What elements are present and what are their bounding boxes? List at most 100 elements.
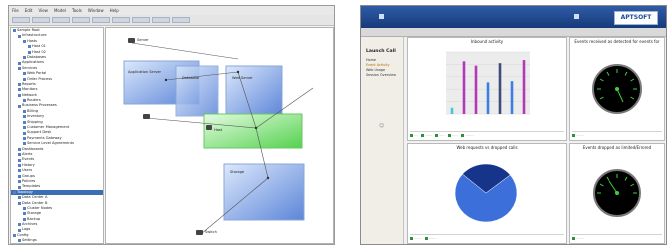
menu-item-tools[interactable]: Tools (72, 8, 82, 13)
gauge-title: Events dropped as limited/Errored (582, 145, 652, 150)
app-icon[interactable] (379, 14, 384, 19)
folder-icon (13, 190, 16, 194)
folder-icon (18, 104, 21, 108)
sidebar-item-session-overview[interactable]: Session Overview (362, 73, 403, 78)
folder-icon (23, 72, 26, 76)
sub-toolbar (361, 28, 666, 37)
chart-title: Web requests vs dropped calls (456, 145, 518, 150)
toolbar-button[interactable] (52, 17, 70, 23)
folder-icon (23, 142, 26, 146)
folder-icon (18, 158, 21, 162)
folder-icon (18, 83, 21, 87)
node-label: Host (214, 128, 223, 132)
chart-legend: ···· ········ ······ ······ ········· (410, 131, 564, 138)
folder-icon (18, 201, 21, 205)
folder-icon (18, 223, 21, 227)
folder-icon (18, 174, 21, 178)
gauge-card-received: Events received as detected for events f… (569, 37, 665, 141)
sidebar-title: Launch Call (366, 49, 396, 54)
folder-icon (18, 185, 21, 189)
chart-legend: ········ ········ (410, 234, 564, 241)
folder-icon (18, 93, 21, 97)
folder-icon (23, 120, 26, 124)
gauge-dial (592, 64, 642, 114)
folder-icon (23, 99, 26, 103)
folder-icon (18, 180, 21, 184)
bar[interactable] (510, 81, 514, 114)
folder-icon (23, 110, 26, 114)
toolbar-button[interactable] (32, 17, 50, 23)
node-label: Web Server (232, 76, 253, 80)
toolbar-button[interactable] (72, 17, 90, 23)
gauge-dropped (589, 161, 645, 229)
bar[interactable] (522, 60, 526, 114)
menu-item-edit[interactable]: Edit (25, 8, 33, 13)
menu-item-file[interactable]: File (12, 8, 19, 13)
folder-icon (18, 163, 21, 167)
folder-icon (18, 88, 21, 92)
toolbar (9, 15, 334, 26)
home-icon[interactable] (574, 14, 579, 19)
dashboard-sidebar: Launch Call Home Event Activity Web Usag… (362, 37, 404, 244)
node-label: Storage (230, 170, 245, 174)
folder-icon (13, 234, 16, 238)
bar[interactable] (474, 65, 478, 114)
bar[interactable] (462, 61, 466, 114)
tree-item[interactable]: Settings (11, 238, 103, 243)
bar[interactable] (498, 63, 502, 114)
folder-icon (18, 147, 21, 151)
folder-icon (18, 61, 21, 65)
folder-icon (23, 39, 26, 43)
folder-icon (23, 137, 26, 140)
toolbar-button[interactable] (112, 17, 130, 23)
folder-icon (18, 34, 21, 38)
diagram-canvas[interactable]: Server Application Server Database Web S… (105, 27, 334, 244)
node-label: Server (137, 38, 149, 42)
bar[interactable] (450, 107, 454, 114)
diagram-box[interactable] (225, 65, 283, 117)
web-requests-chart-card: Web requests vs dropped calls ········ ··… (407, 143, 567, 244)
toolbar-button[interactable] (132, 17, 150, 23)
folder-icon (18, 66, 21, 70)
menu-item-model[interactable]: Model (54, 8, 66, 13)
model-tree[interactable]: Sample Root Infrastructure Hosts Host 01 Hos… (10, 27, 104, 244)
folder-icon (13, 29, 16, 33)
diagram-box[interactable] (175, 65, 219, 117)
pie-chart (454, 163, 518, 223)
chart-title: Inbound activity (470, 39, 504, 44)
folder-icon (23, 217, 26, 221)
folder-icon (23, 126, 26, 130)
gauge-title: Events received as detected for events f… (574, 39, 660, 44)
bar[interactable] (486, 82, 490, 114)
status-icon: ☺ (379, 123, 385, 129)
folder-icon (18, 169, 21, 173)
folder-icon (23, 131, 26, 135)
folder-icon (23, 207, 26, 211)
folder-icon (23, 212, 26, 216)
folder-icon (23, 77, 26, 81)
bar-chart (446, 51, 530, 115)
folder-icon (18, 239, 21, 243)
menu-item-view[interactable]: View (38, 8, 48, 13)
menu-item-window[interactable]: Window (88, 8, 104, 13)
tree-item-label: Settings (22, 238, 37, 243)
modeler-window: File Edit View Model Tools Window Help Sample … (8, 5, 335, 245)
toolbar-button[interactable] (12, 17, 30, 23)
gauge-card-dropped: Events dropped as limited/Errored ······… (569, 143, 665, 244)
folder-icon (23, 115, 26, 119)
toolbar-button[interactable] (92, 17, 110, 23)
brand-logo: APTSOFT (614, 11, 658, 25)
folder-icon (18, 153, 21, 157)
node-label: Application Server (128, 70, 162, 74)
activity-chart-card: Inbound activity ···· ········ ······ ·····… (407, 37, 567, 141)
folder-icon (18, 196, 21, 200)
diagram-svg (123, 38, 314, 235)
dashboard-header: APTSOFT (361, 6, 666, 28)
toolbar-button[interactable] (152, 17, 170, 23)
folder-icon (23, 56, 26, 60)
menu-item-help[interactable]: Help (110, 8, 119, 13)
folder-icon (18, 228, 21, 232)
gauge-footer: ········ (572, 234, 662, 241)
toolbar-button[interactable] (172, 17, 190, 23)
dashboard-window: APTSOFT Launch Call Home Event Activity … (360, 5, 667, 245)
